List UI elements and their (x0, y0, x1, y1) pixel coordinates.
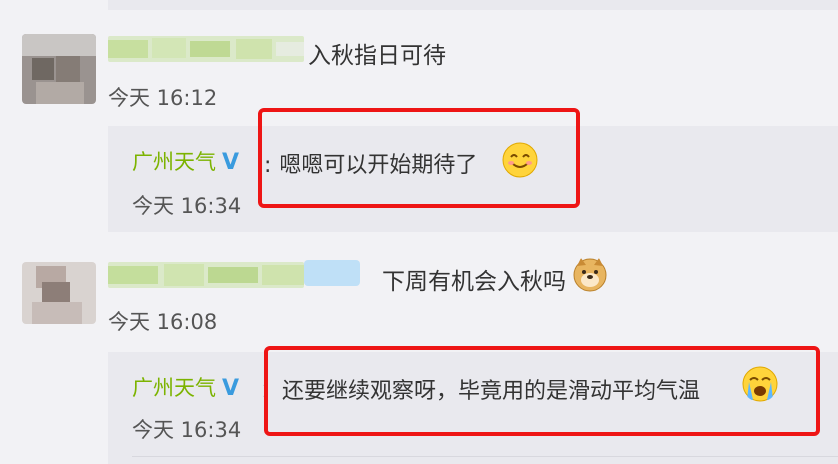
verified-badge-icon: V (222, 376, 240, 401)
previous-reply-box (108, 0, 838, 10)
highlight-box (258, 108, 580, 208)
comment-time: 今天 16:08 (108, 310, 218, 334)
avatar-image (22, 34, 96, 104)
reply-author[interactable]: 广州天气 V (132, 372, 239, 402)
blurred-name-image (108, 262, 304, 288)
comment-text: 入秋指日可待 (308, 43, 446, 69)
highlight-box (264, 346, 820, 436)
avatar-image (22, 262, 96, 324)
avatar[interactable] (22, 262, 96, 324)
reply-time: 今天 16:34 (132, 194, 242, 218)
comment-time: 今天 16:12 (108, 86, 218, 110)
username-blurred[interactable] (108, 36, 304, 62)
avatar[interactable] (22, 34, 96, 104)
verified-badge-icon: V (222, 150, 240, 175)
doge-emoji-icon (573, 258, 607, 292)
username-blurred[interactable] (108, 262, 304, 288)
comment-text: 下周有机会入秋吗 (382, 269, 566, 295)
blurred-name-image (108, 36, 304, 62)
author-name[interactable]: 广州天气 (132, 150, 216, 174)
reply-author[interactable]: 广州天气 V (132, 146, 239, 176)
divider (132, 456, 838, 457)
reply-time: 今天 16:34 (132, 418, 242, 442)
author-name[interactable]: 广州天气 (132, 376, 216, 400)
user-badge-blurred (304, 260, 360, 286)
